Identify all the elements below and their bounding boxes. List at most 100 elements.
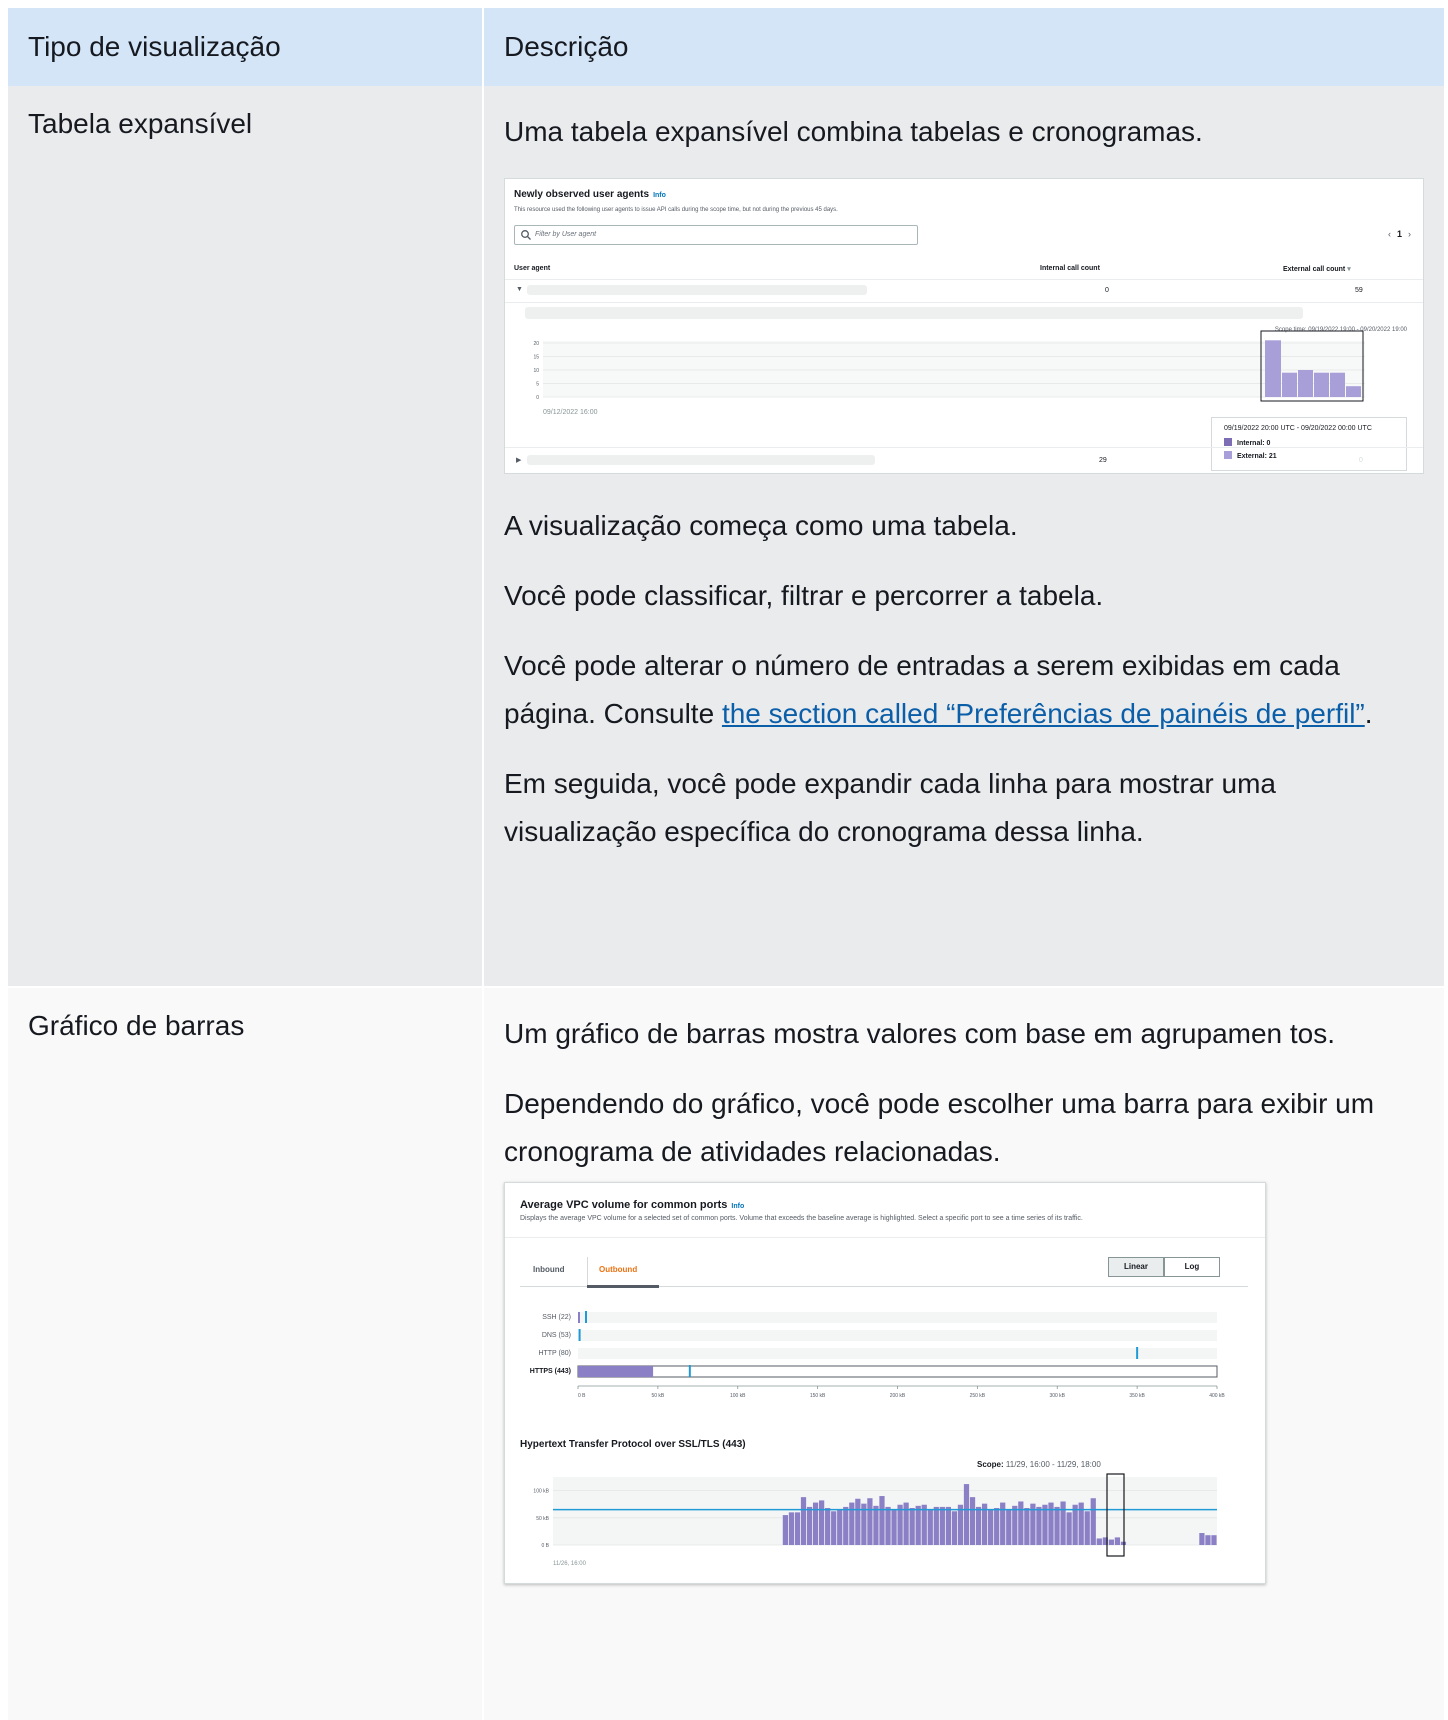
- chevron-left-icon[interactable]: ‹: [1388, 229, 1391, 239]
- description-paragraph: A visualização começa como uma tabela.: [504, 510, 1018, 541]
- header-description: Descrição: [484, 8, 1444, 86]
- volume-bar: [1072, 1504, 1078, 1545]
- volume-bar: [939, 1506, 945, 1545]
- log-scale-button[interactable]: Log: [1164, 1257, 1220, 1277]
- detail-scope: Scope: 11/29, 16:00 - 11/29, 18:00: [977, 1460, 1101, 1469]
- y-tick-label: 0: [536, 395, 539, 401]
- external-count: 59: [1355, 287, 1363, 294]
- linear-scale-button[interactable]: Linear: [1108, 1257, 1164, 1277]
- info-link[interactable]: Info: [653, 192, 666, 199]
- volume-bar: [861, 1503, 867, 1545]
- volume-bar: [1090, 1498, 1096, 1545]
- volume-bar: [806, 1506, 813, 1545]
- volume-bar: [1096, 1538, 1102, 1545]
- volume-bar: [800, 1497, 807, 1545]
- description-paragraph: Você pode alterar o número de entradas a…: [504, 650, 1373, 729]
- y-tick-label: 10: [533, 368, 539, 374]
- volume-bar: [921, 1504, 927, 1545]
- external-bar: [1330, 372, 1345, 397]
- column-header-user-agent[interactable]: User agent: [514, 265, 550, 272]
- volume-bar: [812, 1502, 819, 1545]
- volume-bar: [1211, 1535, 1217, 1545]
- y-tick-label: 0 B: [541, 1543, 549, 1549]
- redacted-user-agent: [527, 455, 875, 465]
- chevron-right-icon[interactable]: ›: [1408, 229, 1411, 239]
- volume-bar: [994, 1508, 1000, 1545]
- x-tick-label: 400 kB: [1209, 1393, 1225, 1399]
- volume-bar: [1030, 1503, 1036, 1545]
- divider: [587, 1257, 588, 1285]
- active-tab-indicator: [587, 1285, 659, 1288]
- internal-count: 29: [1099, 457, 1107, 464]
- volume-bar: [1102, 1537, 1108, 1545]
- port-bar: [578, 1366, 654, 1377]
- table-header-row: Tipo de visualização Descrição: [8, 8, 1444, 86]
- port-label[interactable]: SSH (22): [511, 1314, 571, 1321]
- column-header-internal[interactable]: Internal call count: [1040, 265, 1100, 272]
- y-tick-label: 50 kB: [536, 1516, 549, 1522]
- page-number[interactable]: 1: [1397, 229, 1402, 239]
- panel-title: Newly observed user agents Info: [514, 189, 666, 200]
- volume-bar: [819, 1500, 825, 1545]
- volume-bar: [963, 1484, 970, 1545]
- volume-bar: [1012, 1505, 1018, 1545]
- preferences-link[interactable]: the section called “Preferências de pain…: [722, 698, 1365, 729]
- scope-highlight: [1260, 330, 1364, 402]
- port-label[interactable]: HTTPS (443): [511, 1368, 571, 1375]
- volume-bar: [782, 1515, 789, 1545]
- volume-bar: [885, 1506, 891, 1545]
- external-bar: [1282, 372, 1297, 397]
- table-row-collapsed[interactable]: ▶ 29 0: [505, 447, 1423, 473]
- filter-input[interactable]: Filter by User agent: [514, 225, 918, 245]
- volume-bar: [909, 1508, 915, 1545]
- external-bar: [1298, 370, 1313, 397]
- tab-outbound[interactable]: Outbound: [599, 1265, 637, 1274]
- volume-bar: [975, 1506, 982, 1545]
- info-link[interactable]: Info: [731, 1203, 744, 1210]
- tab-inbound[interactable]: Inbound: [533, 1265, 565, 1274]
- x-tick-label: 200 kB: [890, 1393, 906, 1399]
- y-tick-label: 5: [536, 382, 539, 388]
- row-type-bar-chart: Gráfico de barras: [8, 988, 484, 1720]
- port-label[interactable]: HTTP (80): [511, 1350, 571, 1357]
- y-tick-label: 100 kB: [533, 1489, 549, 1495]
- caret-down-icon[interactable]: ▼: [516, 286, 523, 293]
- x-axis-start: 09/12/2022 16:00: [543, 409, 598, 416]
- y-tick-label: 15: [533, 355, 539, 361]
- redacted-user-agent: [527, 285, 867, 295]
- volume-bar: [879, 1496, 885, 1545]
- external-bar: [1265, 340, 1281, 397]
- internal-swatch: [1224, 438, 1232, 446]
- pagination: ‹ 1 ›: [1388, 229, 1411, 239]
- volume-bar: [788, 1512, 795, 1545]
- panel-title: Average VPC volume for common ports Info: [520, 1199, 745, 1211]
- header-visualization-type: Tipo de visualização: [8, 8, 484, 86]
- port-bar: [578, 1312, 580, 1323]
- volume-bar: [903, 1502, 909, 1545]
- x-tick-label: 100 kB: [730, 1393, 746, 1399]
- plot-area: [543, 341, 1365, 397]
- column-header-external[interactable]: External call count ▾: [1283, 265, 1351, 273]
- external-bar: [1314, 372, 1329, 397]
- port-volume-chart: 0 B 50 kB 100 kB 150 kB 200 kB 250 kB 300 kB 35…: [533, 1311, 1225, 1567]
- volume-bar: [873, 1505, 879, 1545]
- external-count: 0: [1359, 457, 1363, 464]
- volume-bar: [849, 1502, 855, 1545]
- volume-bar: [794, 1512, 801, 1545]
- port-track: [578, 1312, 1217, 1323]
- caret-right-icon[interactable]: ▶: [516, 456, 521, 464]
- table-row: Gráfico de barras Um gráfico de barras m…: [8, 988, 1444, 1720]
- plot-area: [553, 1477, 1217, 1545]
- volume-bar: [1000, 1502, 1006, 1545]
- table-row-expanded[interactable]: ▼ 0 59: [505, 279, 1423, 303]
- volume-bar: [1078, 1502, 1084, 1545]
- external-bar: [1346, 386, 1361, 397]
- port-label[interactable]: DNS (53): [511, 1332, 571, 1339]
- volume-bar: [897, 1504, 903, 1545]
- scope-highlight: [1106, 1473, 1125, 1557]
- volume-bar: [915, 1505, 921, 1545]
- volume-bar: [825, 1508, 831, 1545]
- volume-bar: [945, 1506, 951, 1545]
- tooltip-range: 09/19/2022 20:00 UTC - 09/20/2022 00:00 …: [1224, 425, 1372, 432]
- volume-bar: [951, 1511, 958, 1545]
